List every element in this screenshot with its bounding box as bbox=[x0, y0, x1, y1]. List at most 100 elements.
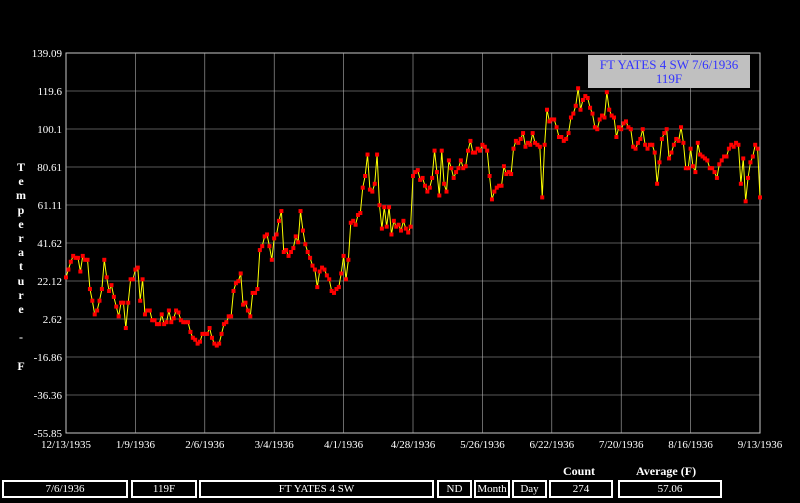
y-tick-label: 41.62 bbox=[37, 238, 62, 250]
status-average: 57.06 bbox=[618, 480, 722, 498]
data-point bbox=[726, 146, 731, 151]
data-point bbox=[659, 136, 664, 141]
data-point bbox=[92, 312, 97, 317]
data-point bbox=[667, 156, 672, 161]
y-axis-label-char: r bbox=[18, 287, 24, 302]
data-point bbox=[705, 158, 710, 163]
data-point bbox=[662, 131, 667, 136]
data-point bbox=[68, 259, 73, 264]
y-tick-label: 119.6 bbox=[38, 86, 63, 98]
data-point bbox=[336, 285, 341, 290]
data-point bbox=[545, 107, 550, 112]
data-point bbox=[99, 287, 104, 292]
data-point bbox=[456, 166, 461, 171]
data-point bbox=[623, 119, 628, 124]
data-point bbox=[131, 277, 136, 282]
data-point bbox=[422, 183, 427, 188]
y-axis-label-char: - bbox=[19, 330, 23, 345]
data-point bbox=[640, 127, 645, 132]
data-point bbox=[123, 326, 128, 331]
data-point bbox=[111, 294, 116, 299]
y-tick-label: 2.62 bbox=[43, 314, 62, 326]
data-point bbox=[303, 242, 308, 247]
nd-button[interactable]: ND bbox=[437, 480, 472, 498]
data-point bbox=[207, 326, 212, 331]
data-point bbox=[635, 140, 640, 145]
data-point bbox=[650, 142, 655, 147]
data-point bbox=[391, 218, 396, 223]
data-point bbox=[564, 136, 569, 141]
data-point bbox=[66, 267, 71, 272]
data-point bbox=[454, 170, 459, 175]
data-point bbox=[255, 287, 260, 292]
data-point bbox=[360, 185, 365, 190]
data-point bbox=[585, 96, 590, 101]
data-point bbox=[116, 314, 121, 319]
month-button[interactable]: Month bbox=[474, 480, 510, 498]
data-point bbox=[489, 197, 494, 202]
data-point bbox=[614, 135, 619, 139]
x-tick-label: 4/1/1936 bbox=[324, 439, 364, 451]
data-point bbox=[332, 290, 337, 295]
x-tick-label: 9/13/1936 bbox=[738, 439, 783, 451]
data-point bbox=[159, 312, 164, 317]
day-button[interactable]: Day bbox=[512, 480, 547, 498]
data-point bbox=[444, 189, 449, 194]
data-point bbox=[375, 152, 380, 157]
data-point bbox=[351, 218, 356, 223]
y-axis-label-char: e bbox=[18, 302, 24, 316]
data-point bbox=[693, 170, 698, 175]
data-point bbox=[75, 255, 80, 260]
data-point bbox=[511, 146, 516, 151]
data-point bbox=[645, 146, 650, 151]
y-axis-label-char: p bbox=[17, 202, 25, 217]
data-point bbox=[308, 255, 313, 260]
data-point bbox=[671, 142, 676, 147]
data-point bbox=[64, 275, 68, 280]
tooltip-line-1: FT YATES 4 SW 7/6/1936 bbox=[600, 57, 739, 72]
data-point bbox=[411, 173, 415, 178]
data-point bbox=[384, 224, 389, 229]
data-point bbox=[322, 267, 327, 272]
status-station: FT YATES 4 SW bbox=[199, 480, 434, 498]
data-point bbox=[518, 136, 523, 141]
data-point bbox=[516, 140, 521, 145]
data-point bbox=[571, 111, 576, 116]
x-tick-label: 2/6/1936 bbox=[185, 439, 225, 451]
data-point bbox=[176, 310, 181, 315]
data-point bbox=[265, 232, 270, 237]
data-point bbox=[193, 337, 198, 342]
data-point bbox=[612, 115, 617, 120]
data-point bbox=[365, 152, 370, 157]
data-point bbox=[107, 288, 112, 293]
data-point bbox=[346, 257, 351, 262]
data-point bbox=[209, 335, 214, 340]
data-point bbox=[573, 103, 578, 108]
data-point bbox=[80, 253, 85, 258]
data-point bbox=[578, 107, 583, 112]
data-point bbox=[198, 339, 203, 344]
data-point bbox=[724, 154, 729, 159]
data-point bbox=[312, 267, 317, 272]
data-point bbox=[78, 269, 83, 274]
tooltip-line-2: 119F bbox=[656, 71, 682, 86]
data-point bbox=[580, 97, 585, 102]
x-tick-label: 3/4/1936 bbox=[255, 439, 295, 451]
data-point bbox=[521, 131, 526, 136]
data-point bbox=[379, 226, 384, 231]
data-point bbox=[736, 142, 741, 147]
data-point bbox=[676, 138, 681, 143]
average-header: Average (F) bbox=[636, 464, 697, 478]
data-point bbox=[169, 320, 174, 325]
data-point bbox=[738, 181, 743, 186]
data-point bbox=[746, 175, 751, 180]
data-point bbox=[427, 185, 432, 190]
data-point bbox=[588, 105, 593, 110]
y-axis-label-char: u bbox=[17, 273, 25, 288]
data-point bbox=[236, 279, 241, 284]
data-point bbox=[753, 142, 758, 147]
y-tick-labels: 139.09 119.6 100.1 80.61 61.11 41.62 22.12 2.62… bbox=[32, 48, 63, 440]
data-point bbox=[559, 135, 564, 139]
data-point bbox=[324, 273, 329, 278]
data-point bbox=[750, 154, 755, 159]
